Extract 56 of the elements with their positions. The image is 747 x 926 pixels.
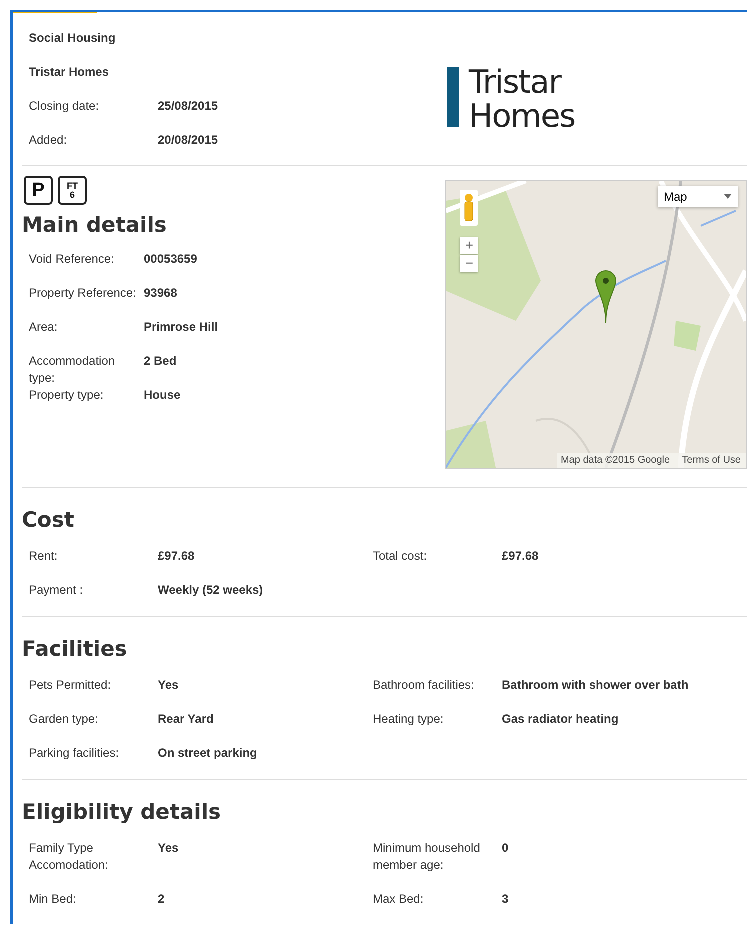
field-value: 00053659 <box>144 251 198 268</box>
category-label: Social Housing <box>29 31 117 47</box>
field-value: House <box>144 387 182 404</box>
field-label: Pets Permitted: <box>29 677 112 694</box>
field-label: Garden type: <box>29 711 100 728</box>
field-label: Heating type: <box>373 711 445 728</box>
field-label: Minimum household member age: <box>373 840 482 874</box>
field-value: 20/08/2015 <box>158 132 220 148</box>
field-label: Property type: <box>29 387 105 404</box>
section-heading: Main details <box>22 212 168 239</box>
map-type-dropdown[interactable]: Map <box>658 186 738 207</box>
field-value: 93968 <box>144 285 178 302</box>
field-label: Min Bed: <box>29 891 78 908</box>
field-value: Yes <box>158 677 180 694</box>
caret-icon <box>724 194 732 199</box>
field-label: Area: <box>29 319 59 336</box>
feature-badge: FT 6 <box>58 176 87 205</box>
field-value: Primrose Hill <box>144 319 220 336</box>
feature-badge: P <box>24 176 53 205</box>
field-value: 3 <box>502 891 510 908</box>
zoom-out-button[interactable]: − <box>460 255 478 272</box>
person-icon[interactable] <box>460 190 478 226</box>
field-label: Void Reference: <box>29 251 116 268</box>
field-value: Gas radiator heating <box>502 711 620 728</box>
field-label: Property Reference: <box>29 285 138 302</box>
field-label: Added: <box>29 132 68 148</box>
terms-link[interactable]: Terms of Use <box>677 453 746 468</box>
field-value: £97.68 <box>158 548 196 565</box>
field-label: Accommodation type: <box>29 353 116 387</box>
field-value: 2 Bed <box>144 353 178 370</box>
map[interactable]: + − Map Map data ©2015 Google Terms of Use <box>445 180 747 469</box>
field-value: On street parking <box>158 745 258 762</box>
field-value: Yes <box>158 840 180 857</box>
logo-text: Tristar Homes <box>469 65 576 129</box>
field-label: Total cost: <box>373 548 428 565</box>
field-label: Parking facilities: <box>29 745 120 762</box>
section-heading: Facilities <box>22 636 128 663</box>
logo-bar <box>447 67 459 127</box>
field-label: Rent: <box>29 548 59 565</box>
field-value: Bathroom with shower over bath <box>502 677 690 694</box>
zoom-in-button[interactable]: + <box>460 237 478 254</box>
landlord-name: Tristar Homes <box>29 64 110 80</box>
field-label: Closing date: <box>29 98 100 115</box>
field-value: Rear Yard <box>158 711 215 728</box>
field-value: Weekly (52 weeks) <box>158 582 264 599</box>
field-label: Max Bed: <box>373 891 425 908</box>
section-heading: Cost <box>22 507 76 534</box>
field-label: Payment : <box>29 582 84 599</box>
field-value: 2 <box>158 891 166 908</box>
map-attribution: Map data ©2015 Google <box>560 454 672 468</box>
field-value: £97.68 <box>502 548 540 565</box>
section-heading: Eligibility details <box>22 799 222 826</box>
field-label: Bathroom facilities: <box>373 677 476 694</box>
field-value: 25/08/2015 <box>158 98 220 115</box>
field-label: Family Type Accomodation: <box>29 840 110 874</box>
field-value: 0 <box>502 840 510 857</box>
